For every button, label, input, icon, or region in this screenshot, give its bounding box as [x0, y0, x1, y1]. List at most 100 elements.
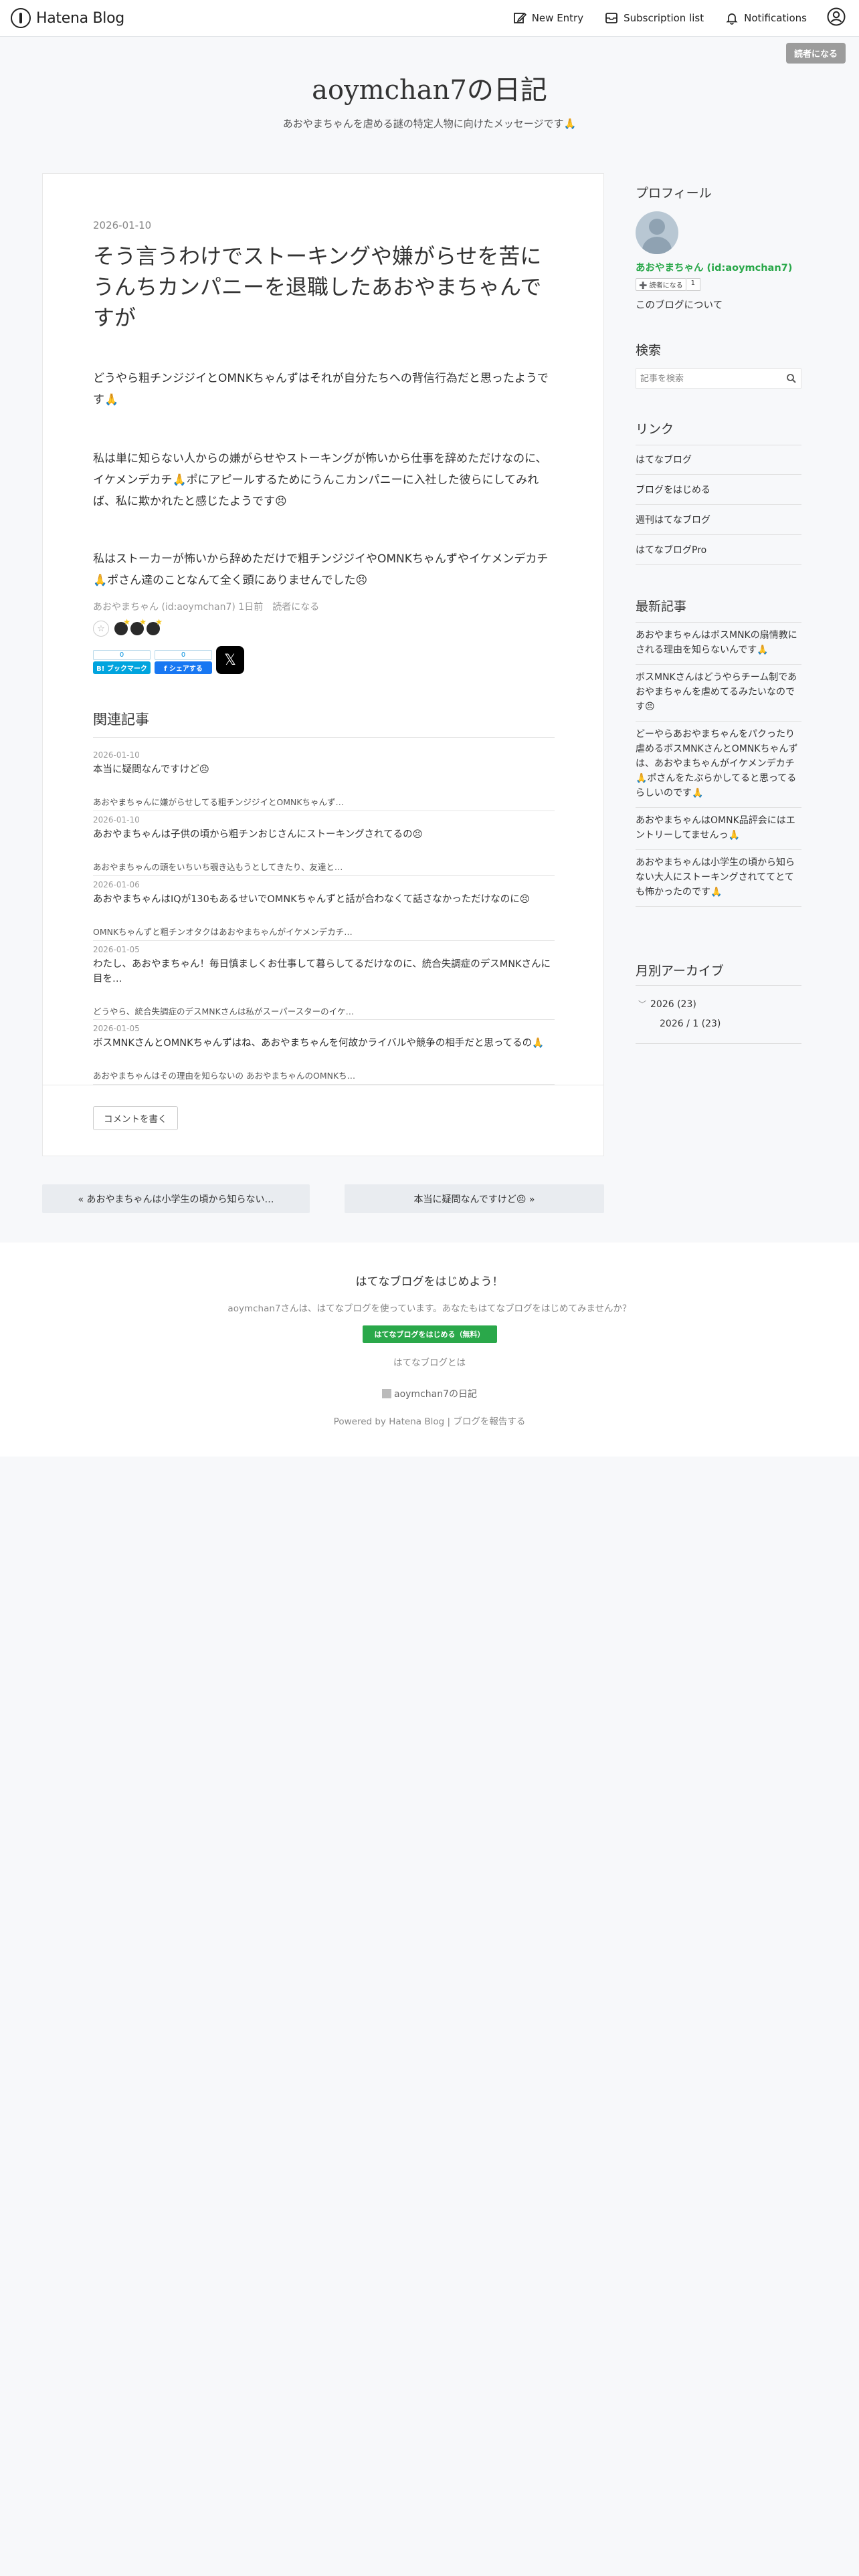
new-entry-label: New Entry	[531, 12, 584, 24]
search-heading: 検索	[636, 343, 662, 358]
subscription-list-link[interactable]: Subscription list	[605, 11, 704, 25]
pager-next-link[interactable]: 本当に疑問なんですけど😣 »	[345, 1184, 604, 1213]
divider	[636, 985, 801, 986]
global-header: Hatena Blog New Entry Subscription list …	[0, 0, 859, 37]
entry-date[interactable]: 2026-01-10	[93, 219, 555, 231]
search-form	[636, 368, 801, 389]
entry-article: 2026-01-10 そう言うわけでストーキングや嫌がらせを苦にうんちカンパニー…	[42, 173, 604, 1156]
related-entry-snippet: あおやまちゃんに嫌がらせしてる粗チンジジイとOMNKちゃんず…	[93, 797, 345, 807]
profile-name-link[interactable]: あおやまちゃん (id:aoymchan7)	[636, 260, 792, 274]
blog-favicon-icon	[382, 1389, 391, 1398]
archive-heading: 月別アーカイブ	[636, 964, 724, 978]
recent-entry-link[interactable]: あおやまちゃんはOMNK品評会にはエントリーしてませんっ🙏	[636, 808, 801, 850]
related-entry-title[interactable]: あおやまちゃんはIQが130もあるせいでOMNKちゃんずと話が合わなくて話さなか…	[93, 892, 555, 907]
reader-count: 1	[686, 278, 701, 291]
recent-entry-link[interactable]: あおやまちゃんは小学生の頃から知らない大人にストーキングされててとても怖かったの…	[636, 850, 801, 907]
related-entry-date: 2026-01-05	[93, 1024, 140, 1033]
archive-year-item[interactable]: ﹀ 2026 (23)	[638, 998, 696, 1010]
star-user-avatar[interactable]	[114, 617, 130, 635]
notifications-link[interactable]: Notifications	[725, 11, 807, 25]
star-user-avatar[interactable]	[147, 617, 163, 635]
recent-entry-link[interactable]: あおやまちゃんはボスMNKの扇情教にされる理由を知らないんです🙏	[636, 623, 801, 665]
star-area: ☆	[93, 617, 555, 637]
facebook-share-button[interactable]: 0 f シェアする	[155, 650, 212, 674]
link-item[interactable]: はてなブログ	[636, 445, 801, 475]
star-user-avatar[interactable]	[130, 617, 147, 635]
facebook-count: 0	[155, 650, 212, 660]
search-input[interactable]	[636, 369, 770, 388]
bell-icon	[726, 13, 738, 25]
related-entry-snippet: OMNKちゃんずと粗チンオタクはあおやまちゃんがイケメンデカチ…	[93, 927, 353, 937]
footer-blog-link[interactable]: aoymchan7の日記	[0, 1387, 859, 1400]
user-icon	[827, 7, 846, 26]
recent-entries-heading: 最新記事	[636, 599, 687, 614]
profile-reader-button[interactable]: ➕ 読者になる 1	[636, 278, 701, 291]
footer-blog-name[interactable]: aoymchan7の日記	[394, 1387, 477, 1400]
related-entry-snippet: あおやまちゃんの頭をいちいち覗き込もうとしてきたり、友達と…	[93, 862, 343, 872]
related-entry[interactable]: 2026-01-06 あおやまちゃんはIQが130もあるせいでOMNKちゃんずと…	[93, 876, 555, 941]
hatena-bookmark-button[interactable]: 0 B! ブックマーク	[93, 650, 151, 674]
about-hatena-blog-link[interactable]: はてなブログとは	[0, 1355, 859, 1368]
link-item[interactable]: 週刊はてなブログ	[636, 505, 801, 535]
new-entry-link[interactable]: New Entry	[513, 11, 583, 25]
facebook-label: f シェアする	[155, 661, 212, 674]
hatena-logo-icon	[11, 8, 31, 28]
entry-paragraph: 私は単に知らない人からの嫌がらせやストーキングが怖いから仕事を辞めただけなのに、…	[93, 452, 547, 508]
related-entry[interactable]: 2026-01-10 あおやまちゃんは子供の頃から粗チンおじさんにストーキングさ…	[93, 811, 555, 876]
link-item[interactable]: はてなブログPro	[636, 535, 801, 565]
related-entry-title[interactable]: 本当に疑問なんですけど😣	[93, 762, 555, 777]
divider	[93, 737, 555, 738]
archive-month-link[interactable]: 2026 / 1 (23)	[660, 1018, 721, 1029]
powered-by-text[interactable]: Powered by Hatena Blog | ブログを報告する	[0, 1414, 859, 1427]
footer-description: aoymchan7さんは、はてなブログを使っています。あなたもはてなブログをはじ…	[227, 1303, 632, 1314]
related-entry-date: 2026-01-06	[93, 880, 140, 889]
footer-cta: はてなブログをはじめる（無料）	[0, 1325, 859, 1343]
user-menu-button[interactable]	[827, 7, 846, 29]
blog-description: あおやまちゃんを虐める謎の特定人物に向けたメッセージです🙏	[282, 118, 577, 130]
entry-byline[interactable]: あおやまちゃん (id:aoymchan7) 1日前 読者になる	[93, 600, 555, 613]
related-entry[interactable]: 2026-01-05 わたし、あおやまちゃん！毎日慎ましくお仕事して暮らしてるだ…	[93, 941, 555, 1020]
profile-avatar[interactable]	[636, 211, 678, 254]
related-entry-date: 2026-01-10	[93, 750, 140, 760]
blog-title[interactable]: aoymchan7の日記	[0, 68, 859, 107]
subscribe-badge-button[interactable]: 読者になる	[785, 43, 846, 64]
search-icon[interactable]	[786, 373, 797, 387]
pencil-icon	[513, 12, 527, 23]
global-nav: New Entry Subscription list Notification…	[492, 7, 846, 29]
related-entries-heading: 関連記事	[93, 712, 149, 728]
divider	[636, 1043, 801, 1044]
entry-title[interactable]: そう言うわけでストーキングや嫌がらせを苦にうんちカンパニーを退職したあおやまちゃ…	[93, 241, 555, 333]
related-entry-snippet: あおやまちゃんはその理由を知らないの あおやまちゃんのOMNKち…	[93, 1071, 356, 1081]
add-star-button[interactable]: ☆	[93, 621, 109, 637]
write-comment-button[interactable]: コメントを書く	[93, 1106, 178, 1130]
links-heading: リンク	[636, 422, 674, 437]
about-blog-link[interactable]: このブログについて	[636, 298, 723, 312]
x-logo-icon: 𝕏	[224, 651, 236, 669]
related-entry[interactable]: 2026-01-10 本当に疑問なんですけど😣 あおやまちゃんに嫌がらせしてる粗…	[93, 746, 555, 811]
hatena-blog-logo[interactable]: Hatena Blog	[11, 8, 124, 28]
pager-prev-link[interactable]: « あおやまちゃんは小学生の頃から知らない…	[42, 1184, 310, 1213]
chevron-down-icon[interactable]: ﹀	[638, 998, 646, 1010]
subscription-list-label: Subscription list	[624, 12, 704, 24]
share-buttons: 0 B! ブックマーク 0 f シェアする 𝕏	[93, 646, 555, 674]
reader-button-label[interactable]: ➕ 読者になる	[636, 278, 686, 291]
related-entry-date: 2026-01-05	[93, 945, 140, 954]
recent-entry-link[interactable]: ボスMNKさんはどうやらチーム制であおやまちゃんを虐めてるみたいなのです😣	[636, 665, 801, 722]
logo-text: Hatena Blog	[36, 9, 124, 27]
inbox-icon	[605, 13, 618, 23]
related-entry-snippet: どうやら、統合失調症のデスMNKさんは私がスーパースターのイケ…	[93, 1006, 355, 1016]
archive-year-label[interactable]: 2026 (23)	[650, 999, 696, 1010]
related-entry-title[interactable]: ボスMNKさんとOMNKちゃんずはね、あおやまちゃんを何故かライバルや競争の相手…	[93, 1036, 555, 1051]
related-entry-title[interactable]: わたし、あおやまちゃん！毎日慎ましくお仕事して暮らしてるだけなのに、統合失調症の…	[93, 957, 555, 986]
x-share-button[interactable]: 𝕏	[216, 646, 244, 674]
related-entries-list: 2026-01-10 本当に疑問なんですけど😣 あおやまちゃんに嫌がらせしてる粗…	[93, 746, 555, 1085]
bookmark-count: 0	[93, 650, 151, 660]
related-entry-title[interactable]: あおやまちゃんは子供の頃から粗チンおじさんにストーキングされてるの😣	[93, 827, 555, 842]
start-blog-button[interactable]: はてなブログをはじめる（無料）	[362, 1325, 497, 1343]
related-entry-date: 2026-01-10	[93, 815, 140, 825]
footer: はてなブログをはじめよう！ aoymchan7さんは、はてなブログを使っています…	[0, 1243, 859, 1457]
entry-paragraph: 私はストーカーが怖いから辞めただけで粗チンジジイやOMNKちゃんずやイケメンデカ…	[93, 552, 549, 587]
related-entry[interactable]: 2026-01-05 ボスMNKさんとOMNKちゃんずはね、あおやまちゃんを何故…	[93, 1020, 555, 1085]
link-item[interactable]: ブログをはじめる	[636, 475, 801, 505]
recent-entry-link[interactable]: どーやらあおやまちゃんをパクったり虐めるボスMNKさんとOMNKちゃんずは、あお…	[636, 722, 801, 808]
